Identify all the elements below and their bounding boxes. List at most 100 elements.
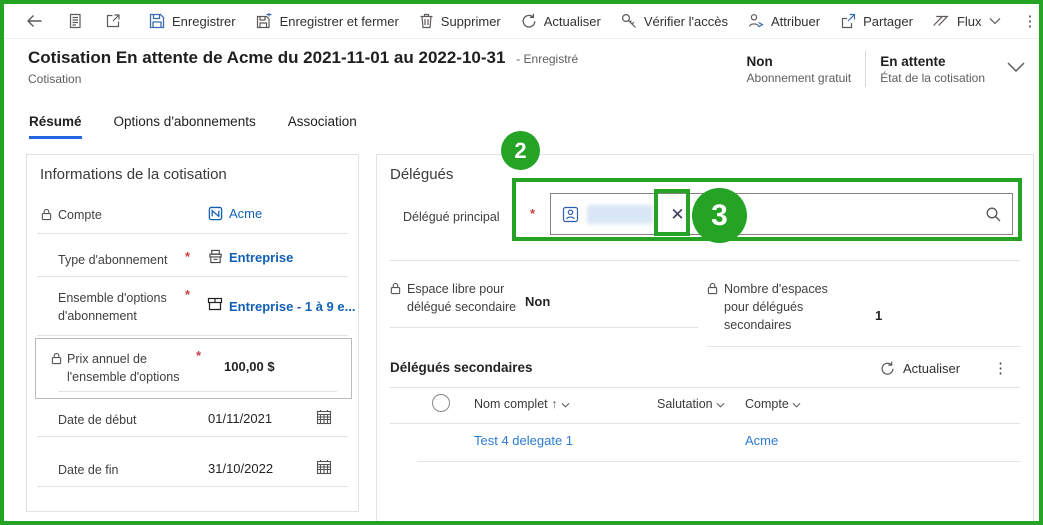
key-icon (621, 13, 636, 28)
delete-button[interactable]: Supprimer (409, 4, 511, 38)
save-and-close-button[interactable]: Enregistrer et fermer (246, 4, 409, 38)
flow-icon (933, 15, 949, 26)
form-selector-button[interactable] (57, 4, 93, 38)
assign-button[interactable]: Attribuer (738, 4, 830, 38)
save-label: Enregistrer (172, 13, 236, 29)
check-access-button[interactable]: Vérifier l'accès (611, 4, 738, 38)
annotation-step-3-badge: 3 (692, 188, 747, 243)
command-bar: Enregistrer Enregistrer et fermer Suppri… (4, 4, 1039, 39)
free-subscription-stat: Non Abonnement gratuit (747, 54, 852, 85)
lock-icon (390, 282, 401, 295)
check-access-label: Vérifier l'accès (643, 13, 728, 29)
row-divider (37, 436, 348, 437)
column-header-salutation[interactable]: Salutation (657, 397, 725, 411)
flow-label: Flux (956, 13, 982, 29)
header-fields: Non Abonnement gratuit En attente État d… (747, 48, 1025, 87)
account-icon (208, 206, 223, 221)
open-in-new-window-button[interactable] (95, 4, 131, 38)
calendar-icon[interactable] (316, 459, 332, 475)
annotation-box-lookup-field (512, 178, 1022, 241)
prix-annuel-field-box: Prix annuel de l'ensemble d'options * 10… (35, 338, 352, 399)
row-divider (707, 346, 1020, 347)
espace-libre-value: Non (525, 294, 551, 309)
date-debut-value[interactable]: 01/11/2021 (208, 411, 272, 426)
refresh-icon (522, 13, 536, 28)
section-title: Informations de la cotisation (40, 166, 227, 183)
cotisation-info-section: Informations de la cotisation Compte Acm… (26, 154, 359, 512)
field-label-date-fin: Date de fin (58, 463, 119, 477)
annotation-step-2-badge: 2 (501, 131, 540, 170)
field-label-prix-annuel: Prix annuel de l'ensemble d'options (67, 352, 180, 385)
refresh-icon (881, 361, 894, 375)
lock-icon (51, 352, 62, 365)
required-marker: * (185, 249, 191, 264)
column-label: Nom complet (474, 397, 548, 411)
subgrid-more-button[interactable]: ⋮ (981, 359, 1020, 377)
popout-icon (106, 14, 120, 28)
row-divider (390, 260, 1020, 261)
record-title: Cotisation En attente de Acme du 2021-11… (28, 48, 506, 67)
refresh-label: Actualiser (543, 13, 601, 29)
entity-name: Cotisation (28, 72, 82, 86)
tab-association[interactable]: Association (288, 114, 357, 139)
delete-label: Supprimer (440, 13, 501, 29)
flow-button[interactable]: Flux (923, 4, 1011, 38)
nombre-espaces-value: 1 (875, 308, 883, 323)
chevron-down-icon (1007, 62, 1025, 72)
page-title: Cotisation En attente de Acme du 2021-11… (28, 48, 578, 68)
form-tabs: Résumé Options d'abonnements Association (29, 114, 357, 139)
required-marker: * (196, 348, 202, 363)
field-label-date-debut: Date de début (58, 413, 137, 427)
back-button[interactable] (14, 4, 55, 38)
subscription-type-icon (209, 249, 222, 264)
date-fin-value[interactable]: 31/10/2022 (208, 461, 273, 476)
prix-annuel-value: 100,00 $ (224, 359, 275, 374)
share-label: Partager (863, 13, 913, 29)
trash-icon (420, 13, 433, 29)
ensemble-options-value-link[interactable]: Entreprise - 1 à 9 e... (229, 299, 355, 314)
subgrid-refresh-button[interactable]: Actualiser (880, 361, 960, 376)
save-close-icon (256, 13, 272, 29)
column-label: Compte (745, 397, 789, 411)
row-divider (37, 486, 348, 487)
share-icon (841, 13, 856, 29)
save-and-close-label: Enregistrer et fermer (279, 13, 399, 29)
calendar-icon[interactable] (316, 409, 332, 425)
save-button[interactable]: Enregistrer (139, 4, 246, 38)
chevron-down-icon[interactable] (716, 402, 725, 408)
type-abonnement-value-link[interactable]: Entreprise (229, 250, 293, 265)
refresh-button[interactable]: Actualiser (511, 4, 611, 38)
share-button[interactable]: Partager (830, 4, 923, 38)
stat-caption: Abonnement gratuit (746, 70, 852, 85)
column-header-nom-complet[interactable]: Nom complet ↑ (474, 397, 570, 411)
tab-options-abonnements[interactable]: Options d'abonnements (114, 114, 256, 139)
row-divider (390, 327, 698, 328)
delegate-name-link[interactable]: Test 4 delegate 1 (474, 433, 573, 448)
row-divider (37, 276, 348, 277)
compte-value-link[interactable]: Acme (229, 206, 262, 221)
options-set-icon (207, 297, 223, 311)
subgrid-divider (390, 387, 1020, 388)
status-stat[interactable]: En attente État de la cotisation (880, 54, 985, 85)
chevron-down-icon[interactable] (792, 402, 801, 408)
section-title: Délégués (390, 166, 454, 183)
lock-icon (707, 282, 718, 295)
select-all-radio[interactable] (432, 394, 450, 412)
field-label-ensemble-options: Ensemble d'options d'abonnement (58, 291, 167, 324)
delegate-account-link[interactable]: Acme (745, 433, 778, 448)
header-expand-button[interactable] (1007, 60, 1025, 78)
field-label-compte: Compte (58, 208, 102, 222)
tab-resume[interactable]: Résumé (29, 114, 82, 139)
chevron-down-icon[interactable] (561, 402, 570, 408)
page-header: Cotisation En attente de Acme du 2021-11… (28, 48, 1025, 87)
column-header-compte[interactable]: Compte (745, 397, 801, 411)
more-commands-button[interactable]: ⋮ (1011, 4, 1039, 38)
document-icon (69, 13, 81, 29)
saved-status: - Enregistré (516, 52, 579, 66)
field-label-espace-libre: Espace libre pour délégué secondaire (407, 282, 517, 315)
column-label: Salutation (657, 397, 713, 411)
field-underline (58, 391, 337, 392)
lock-icon (41, 208, 52, 221)
required-marker: * (185, 287, 191, 302)
app-window: Enregistrer Enregistrer et fermer Suppri… (0, 0, 1043, 525)
